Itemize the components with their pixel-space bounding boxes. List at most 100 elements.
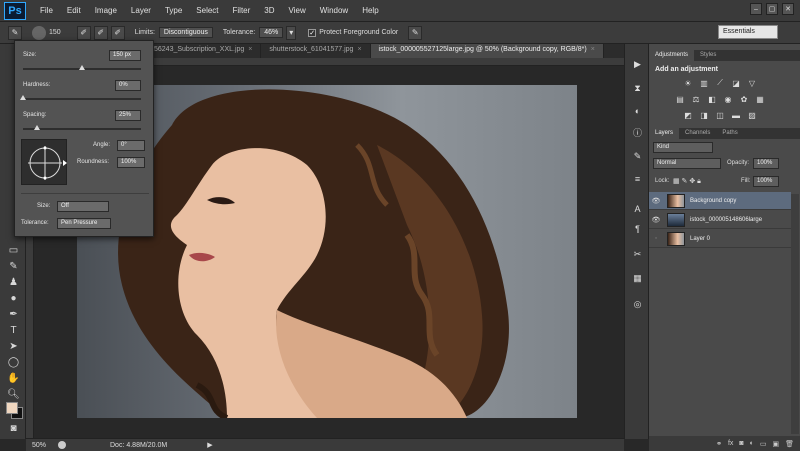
brightness-icon[interactable]: ☀	[683, 78, 693, 88]
play-icon[interactable]: ▶	[631, 58, 644, 71]
gradient-map-icon[interactable]: ▬	[731, 110, 741, 120]
lock-icons[interactable]: ▦ ✎ ✥ 🔒︎	[673, 177, 701, 186]
tab-paths[interactable]: Paths	[716, 128, 743, 139]
new-layer-icon[interactable]: ▣	[772, 440, 779, 448]
channel-mixer-icon[interactable]: ✿	[739, 94, 749, 104]
tool-preset-icon[interactable]: ✎	[8, 25, 22, 40]
zoom-tool-icon[interactable]: 🔍︎	[7, 388, 20, 401]
marquee-tool-icon[interactable]: ▭	[7, 244, 20, 257]
spacing-input[interactable]: 25%	[115, 110, 141, 121]
brush-icon[interactable]: ✎	[631, 150, 644, 163]
menu-view[interactable]: View	[289, 6, 306, 15]
close-button[interactable]: ✕	[782, 3, 794, 15]
close-icon[interactable]: ×	[248, 46, 252, 53]
type-tool-icon[interactable]: T	[7, 324, 20, 337]
protect-foreground-checkbox[interactable]: ✓ Protect Foreground Color	[308, 28, 398, 37]
menu-layer[interactable]: Layer	[131, 6, 151, 15]
black-white-icon[interactable]: ◧	[707, 94, 717, 104]
workspace-select[interactable]: Essentials	[718, 25, 778, 39]
hand-tool-icon[interactable]: ✋	[7, 372, 20, 385]
curves-icon[interactable]: ⟋	[715, 78, 725, 88]
layer-row[interactable]: 👁︎ Background copy	[649, 192, 791, 210]
info-icon[interactable]: ⓘ	[631, 126, 644, 139]
size-slider-handle[interactable]	[79, 65, 85, 70]
spacing-slider[interactable]	[23, 128, 141, 130]
layer-row[interactable]: ▫ Layer 0	[649, 230, 791, 248]
eye-icon[interactable]: 👁︎	[649, 197, 663, 205]
menu-help[interactable]: Help	[362, 6, 378, 15]
tab-adjustments[interactable]: Adjustments	[649, 50, 695, 61]
foreground-color-swatch[interactable]	[6, 402, 18, 414]
menu-window[interactable]: Window	[320, 6, 348, 15]
size-control-select[interactable]: Off	[57, 201, 109, 212]
status-icon[interactable]	[58, 441, 66, 449]
tab-channels[interactable]: Channels	[679, 128, 716, 139]
sampling-once-icon[interactable]: ✐	[93, 25, 108, 40]
size-input[interactable]: 150 px	[109, 50, 141, 61]
sampling-swatch-icon[interactable]: ✐	[110, 25, 125, 40]
tolerance-control-select[interactable]: Pen Pressure	[57, 218, 111, 229]
paragraph-icon[interactable]: ¶	[631, 222, 644, 235]
doc-tab-2[interactable]: shutterstock_61041577.jpg ×	[261, 44, 371, 58]
menu-type[interactable]: Type	[165, 6, 182, 15]
brush-angle-preview[interactable]	[21, 139, 67, 185]
layer-filter-kind[interactable]: Kind	[653, 142, 713, 153]
tab-styles[interactable]: Styles	[694, 50, 722, 61]
color-balance-icon[interactable]: ⚖	[691, 94, 701, 104]
minimize-button[interactable]: –	[750, 3, 762, 15]
history-icon[interactable]: ⧗	[631, 82, 644, 95]
hue-saturation-icon[interactable]: ▤	[675, 94, 685, 104]
menu-3d[interactable]: 3D	[264, 6, 274, 15]
selective-color-icon[interactable]: ▨	[747, 110, 757, 120]
eye-hidden-icon[interactable]: ▫	[649, 235, 663, 242]
tolerance-input[interactable]: 46%	[259, 27, 284, 38]
invert-icon[interactable]: ◩	[683, 110, 693, 120]
doc-tab-1[interactable]: 56243_Subscription_XXL.jpg ×	[146, 44, 262, 58]
posterize-icon[interactable]: ◨	[699, 110, 709, 120]
close-icon[interactable]: ×	[357, 46, 361, 53]
menu-file[interactable]: File	[40, 6, 53, 15]
adjustment-layer-icon[interactable]: ◐	[750, 440, 754, 447]
3d-icon[interactable]: ◎	[631, 298, 644, 311]
hardness-slider-handle[interactable]	[20, 95, 26, 100]
layer-row[interactable]: 👁︎ istock_000005148606large	[649, 211, 791, 229]
limits-select[interactable]: Discontiguous	[158, 27, 213, 38]
doc-tab-active[interactable]: istock_000005527125large.jpg @ 50% (Back…	[370, 44, 604, 58]
brush-presets-icon[interactable]: ≡	[631, 172, 644, 185]
tab-layers[interactable]: Layers	[649, 128, 680, 139]
layers-scrollbar[interactable]	[791, 194, 799, 434]
maximize-button[interactable]: ▢	[766, 3, 778, 15]
pressure-size-icon[interactable]: ✎	[408, 25, 423, 40]
menu-image[interactable]: Image	[95, 6, 117, 15]
trash-icon[interactable]: 🗑︎	[785, 440, 794, 448]
threshold-icon[interactable]: ◫	[715, 110, 725, 120]
clone-stamp-tool-icon[interactable]: ♟	[7, 276, 20, 289]
photo-filter-icon[interactable]: ◉	[723, 94, 733, 104]
tolerance-dropdown-icon[interactable]: ▾	[286, 25, 297, 40]
quick-mask-icon[interactable]: ◙	[7, 422, 20, 435]
exposure-icon[interactable]: ◪	[731, 78, 741, 88]
brush-preset-picker[interactable]: 150	[32, 25, 61, 40]
blend-mode-select[interactable]: Normal	[653, 158, 721, 169]
roundness-input[interactable]: 100%	[117, 157, 145, 168]
eye-icon[interactable]: 👁︎	[649, 216, 663, 224]
zoom-level[interactable]: 50%	[32, 442, 56, 449]
status-menu-arrow-icon[interactable]: ▶	[207, 441, 212, 449]
color-icon[interactable]: ◐	[631, 104, 644, 117]
brush-tool-icon[interactable]: ✎	[7, 260, 20, 273]
path-selection-tool-icon[interactable]: ➤	[7, 340, 20, 353]
pen-tool-icon[interactable]: ✒	[7, 308, 20, 321]
link-layers-icon[interactable]: ⚭	[716, 440, 722, 448]
menu-edit[interactable]: Edit	[67, 6, 81, 15]
close-icon[interactable]: ×	[591, 46, 595, 53]
ellipse-tool-icon[interactable]: ◯	[7, 356, 20, 369]
hardness-slider[interactable]	[23, 98, 141, 100]
dodge-tool-icon[interactable]: ●	[7, 292, 20, 305]
fill-input[interactable]: 100%	[753, 176, 779, 187]
levels-icon[interactable]: ▥	[699, 78, 709, 88]
character-icon[interactable]: A	[631, 202, 644, 215]
swatches-icon[interactable]: ▦	[631, 272, 644, 285]
fx-icon[interactable]: fx	[728, 440, 733, 447]
add-mask-icon[interactable]: ◙	[739, 440, 743, 447]
tool-presets-icon[interactable]: ✂	[631, 248, 644, 261]
